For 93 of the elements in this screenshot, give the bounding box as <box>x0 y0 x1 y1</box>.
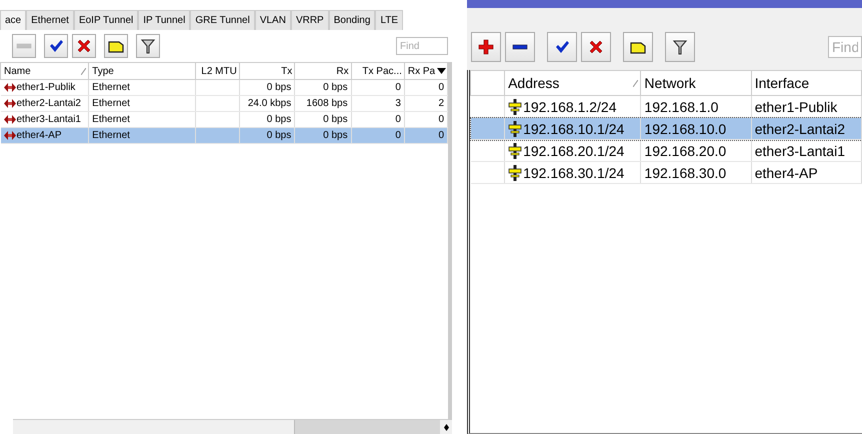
column-header[interactable]: Rx <box>294 62 352 80</box>
filter-icon <box>140 38 156 54</box>
double-arrow-icon <box>4 115 16 124</box>
table-cell: 0 bps <box>323 130 348 141</box>
table-cell: 0 <box>438 82 444 93</box>
tab[interactable]: EoIP Tunnel <box>74 10 138 30</box>
dropdown-icon <box>437 68 446 74</box>
filter-icon <box>672 39 688 55</box>
filter-button[interactable] <box>136 34 160 58</box>
tab[interactable]: GRE Tunnel <box>190 10 255 30</box>
tab[interactable]: IP Tunnel <box>138 10 190 30</box>
address-icon <box>508 120 522 136</box>
comment-button[interactable] <box>104 34 128 58</box>
double-arrow-icon <box>4 131 16 140</box>
table-cell: 0 <box>438 114 444 125</box>
table-cell: Ethernet <box>92 130 130 141</box>
diamond-icon <box>444 424 448 430</box>
table-cell: 0 bps <box>266 82 292 93</box>
table-cell: 2 <box>438 98 444 109</box>
column-header[interactable]: Tx <box>239 62 295 80</box>
enable-button[interactable] <box>44 34 68 58</box>
add-icon <box>478 39 494 55</box>
table-cell: ether2-Lantai2 <box>16 98 81 109</box>
table-cell: 0 <box>395 82 401 93</box>
disable-button[interactable] <box>72 34 96 58</box>
table-cell: 0 <box>395 114 401 125</box>
column-header[interactable]: Name <box>0 62 89 80</box>
column-header[interactable]: L2 MTU <box>195 62 240 80</box>
table-cell: ether1-Publik <box>754 98 838 114</box>
table-cell: 192.168.1.0 <box>644 98 718 114</box>
tab[interactable]: LTE <box>375 10 404 30</box>
table-cell: 192.168.10.0 <box>644 120 726 136</box>
close-icon <box>76 38 92 54</box>
tab[interactable]: Bonding <box>328 10 376 30</box>
column-header[interactable]: Network <box>640 70 752 96</box>
table-cell: Ethernet <box>92 98 130 109</box>
table-cell: 0 bps <box>266 114 292 125</box>
address-icon <box>508 142 522 158</box>
tab[interactable]: VLAN <box>254 10 291 30</box>
table-cell: 3 <box>395 98 401 109</box>
comment-button[interactable] <box>623 32 653 62</box>
add-button[interactable] <box>471 32 501 62</box>
enable-button[interactable] <box>547 32 577 62</box>
table-row[interactable]: 192.168.10.1/24 192.168.10.0 ether2-Lantai2 <box>470 118 862 140</box>
double-arrow-icon <box>4 83 16 92</box>
find-field[interactable]: Find <box>828 36 862 58</box>
table-row[interactable]: 192.168.30.1/24 192.168.30.0 ether4-AP <box>470 162 862 184</box>
disable-button[interactable] <box>581 32 611 62</box>
table-cell: 0 bps <box>323 82 348 93</box>
table-row[interactable]: ether2-Lantai2 Ethernet 24.0 kbps 1608 bps 3 2 <box>0 96 448 112</box>
table-cell: 24.0 kbps <box>248 98 292 109</box>
table-cell: 192.168.10.1/24 <box>523 120 624 136</box>
remove-button[interactable] <box>505 32 535 62</box>
tab[interactable]: ace <box>0 10 26 30</box>
table-cell: ether1-Publik <box>16 82 76 93</box>
table-row[interactable]: ether4-AP Ethernet 0 bps 0 bps 0 0 <box>0 128 448 144</box>
filter-button[interactable] <box>665 32 695 62</box>
table-cell: ether4-AP <box>754 164 818 180</box>
address-icon <box>508 98 522 114</box>
table-cell: 192.168.30.0 <box>644 164 726 180</box>
column-header[interactable]: Rx Pa <box>404 62 448 80</box>
table-cell: 192.168.20.0 <box>644 142 726 158</box>
table-cell: 0 bps <box>266 130 292 141</box>
sort-icon <box>633 80 638 86</box>
checkmark-icon <box>554 39 570 55</box>
double-arrow-icon <box>4 99 16 108</box>
checkmark-icon <box>48 38 64 54</box>
table-cell: 0 <box>395 130 401 141</box>
table-cell: Ethernet <box>92 114 130 125</box>
column-header[interactable]: Address <box>504 70 641 96</box>
table-cell: 192.168.30.1/24 <box>523 164 624 180</box>
table-row[interactable]: ether1-Publik Ethernet 0 bps 0 bps 0 0 <box>0 80 448 96</box>
table-cell: ether2-Lantai2 <box>754 120 845 136</box>
table-cell: 192.168.1.2/24 <box>523 98 616 114</box>
find-field[interactable]: Find <box>396 37 448 55</box>
column-header[interactable]: Tx Pac... <box>351 62 404 80</box>
table-cell: 192.168.20.1/24 <box>523 142 624 158</box>
table-cell: ether4-AP <box>16 130 62 141</box>
column-header[interactable]: Interface <box>751 70 862 96</box>
tab[interactable]: Ethernet <box>26 10 74 30</box>
table-cell: 0 <box>438 130 444 141</box>
table-cell: ether3-Lantai1 <box>754 142 845 158</box>
column-header[interactable]: Type <box>88 62 196 80</box>
table-row[interactable]: 192.168.20.1/24 192.168.20.0 ether3-Lantai1 <box>470 140 862 162</box>
horizontal-scrollbar[interactable] <box>13 419 452 434</box>
table-cell: ether3-Lantai1 <box>16 114 81 125</box>
sort-icon <box>81 68 86 74</box>
table-cell: 1608 bps <box>306 98 348 109</box>
tab[interactable]: VRRP <box>290 10 329 30</box>
table-cell: Ethernet <box>92 82 130 93</box>
address-icon <box>508 164 522 180</box>
close-icon <box>588 39 604 55</box>
table-cell: 0 bps <box>323 114 348 125</box>
